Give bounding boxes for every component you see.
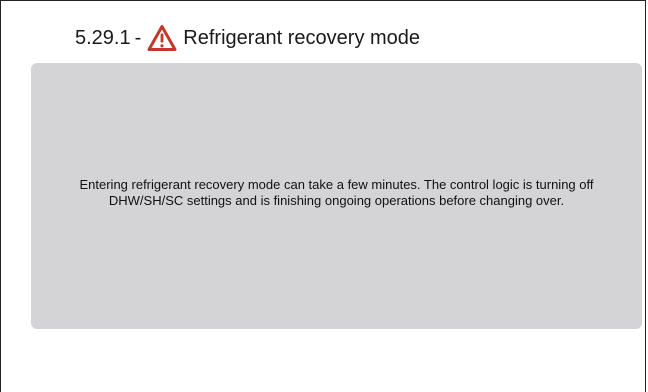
message-panel: Entering refrigerant recovery mode can t… [31, 63, 642, 329]
page-title: Refrigerant recovery mode [183, 26, 421, 49]
page-header: 5.29.1 - Refrigerant recovery mode [75, 23, 420, 53]
dialog-frame: 5.29.1 - Refrigerant recovery mode Enter… [0, 0, 646, 392]
warning-triangle-icon [147, 24, 177, 52]
recovery-mode-message: Entering refrigerant recovery mode can t… [79, 177, 594, 208]
title-separator: - [134, 26, 142, 49]
section-number: 5.29.1 [75, 26, 131, 49]
